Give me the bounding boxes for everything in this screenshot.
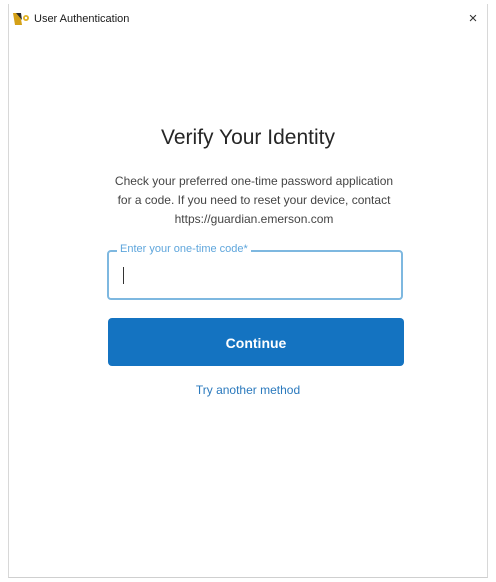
title-bar: User Authentication × [9, 4, 487, 34]
page-title: Verify Your Identity [161, 126, 335, 149]
window-title: User Authentication [34, 13, 130, 25]
app-logo-icon [13, 13, 29, 25]
otp-input[interactable] [117, 261, 393, 291]
try-another-method-link[interactable]: Try another method [9, 383, 487, 397]
otp-field[interactable]: Enter your one-time code* [107, 243, 403, 300]
close-icon[interactable]: × [465, 11, 481, 27]
continue-button[interactable]: Continue [108, 318, 404, 366]
text-caret [123, 267, 124, 284]
auth-window: User Authentication × Verify Your Identi… [8, 4, 488, 578]
otp-field-label: Enter your one-time code* [117, 243, 251, 255]
instructions-text: Check your preferred one-time password a… [114, 174, 394, 226]
